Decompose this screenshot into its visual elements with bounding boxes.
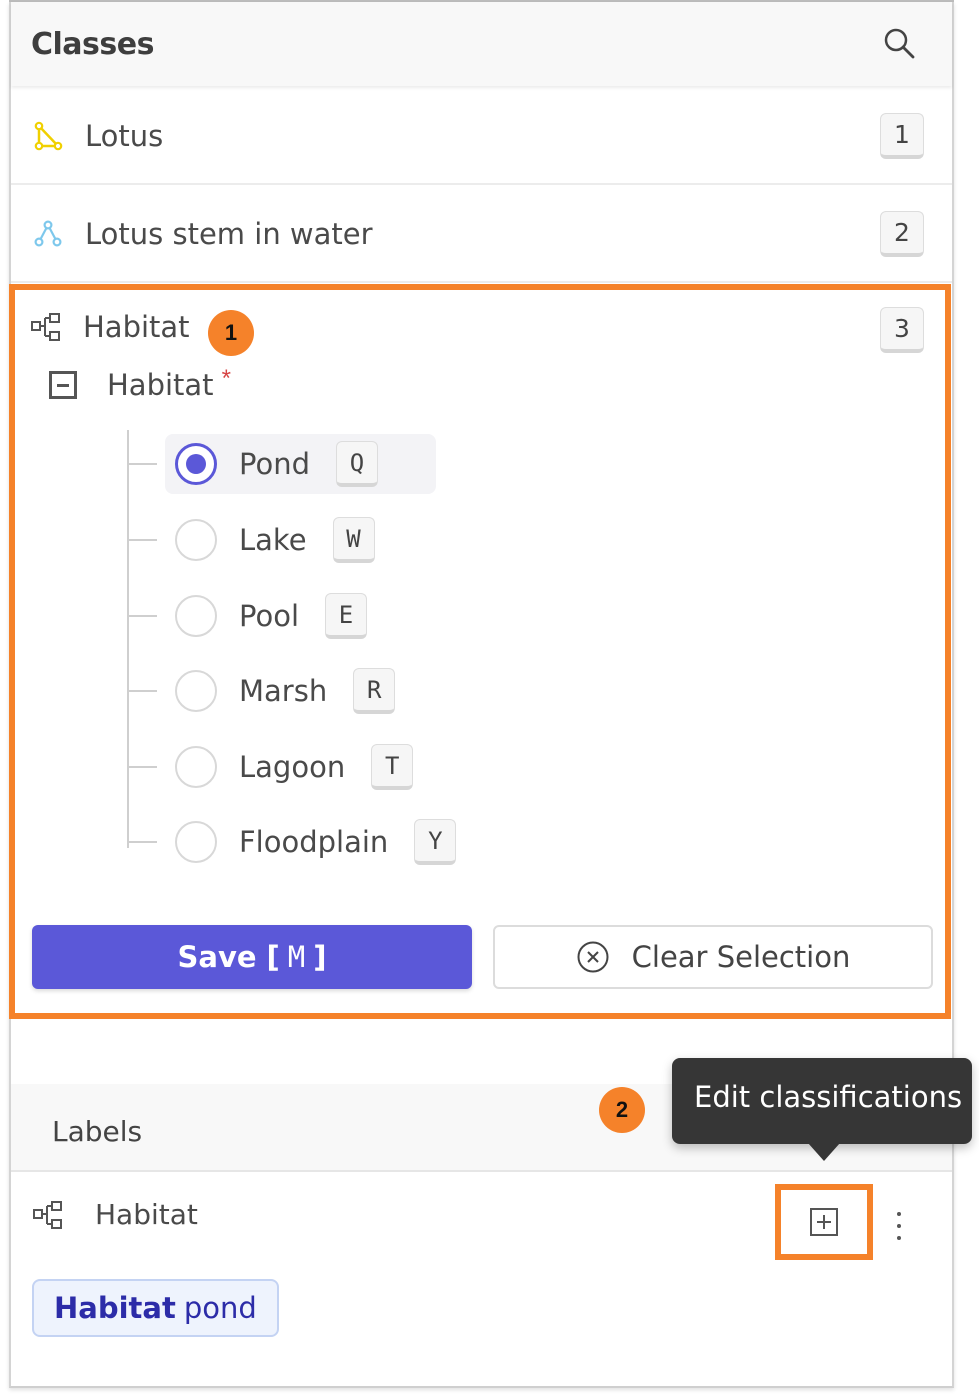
radio[interactable] <box>175 595 217 637</box>
radio[interactable] <box>175 821 217 863</box>
more-options-icon[interactable] <box>887 1208 911 1244</box>
class-name: Habitat <box>83 310 190 344</box>
option-body[interactable]: Pond Q <box>165 434 436 494</box>
option-body[interactable]: Pool E <box>165 586 377 646</box>
callout-badge-1: 1 <box>208 310 254 356</box>
tree-branch <box>127 766 157 768</box>
tag-value: pond <box>183 1291 257 1325</box>
radio[interactable] <box>175 746 217 788</box>
option-hotkey: E <box>325 593 367 639</box>
option-pool[interactable]: Pool E <box>127 585 377 647</box>
class-name: Lotus <box>85 118 164 153</box>
option-body[interactable]: Lake W <box>165 510 385 570</box>
radio[interactable] <box>175 670 217 712</box>
labels-title: Labels <box>52 1114 143 1148</box>
option-hotkey: T <box>371 744 414 790</box>
classes-title: Classes <box>31 26 154 62</box>
save-button[interactable]: Save [ M ] <box>32 925 472 989</box>
plus-square-icon <box>810 1208 838 1236</box>
option-hotkey: Y <box>414 819 457 865</box>
save-bracket-close: ] <box>313 940 327 974</box>
classes-sidebar: Classes Lotus 1 Lotus stem in water 2 Ha… <box>9 2 954 1388</box>
classification-tag: Habitat pond <box>32 1279 279 1337</box>
save-hotkey: M <box>287 940 306 974</box>
option-marsh[interactable]: Marsh R <box>127 660 405 722</box>
class-hotkey: 3 <box>880 307 924 353</box>
clear-circle-x-icon <box>577 941 609 973</box>
clear-label: Clear Selection <box>631 940 851 974</box>
label-row-title: Habitat <box>95 1198 198 1231</box>
callout-badge-2: 2 <box>599 1087 645 1133</box>
class-item-lotus[interactable]: Lotus 1 <box>11 88 952 185</box>
tag-key: Habitat <box>54 1291 176 1325</box>
tooltip-arrow <box>808 1143 840 1161</box>
option-body[interactable]: Lagoon T <box>165 737 423 797</box>
question-header: Habitat * <box>49 365 231 402</box>
label-row-habitat[interactable]: Habitat <box>33 1198 198 1231</box>
class-name: Lotus stem in water <box>85 216 373 251</box>
tree-branch <box>127 463 157 465</box>
option-body[interactable]: Marsh R <box>165 661 405 721</box>
tooltip: Edit classifications <box>672 1058 972 1144</box>
tooltip-text: Edit classifications <box>694 1080 963 1114</box>
option-label: Floodplain <box>239 825 389 859</box>
option-label: Lagoon <box>239 750 346 784</box>
clear-selection-button[interactable]: Clear Selection <box>493 925 933 989</box>
option-lake[interactable]: Lake W <box>127 509 385 571</box>
edit-classifications-button[interactable] <box>775 1184 873 1260</box>
option-label: Pool <box>239 599 299 633</box>
class-item-lotus-stem-in-water[interactable]: Lotus stem in water 2 <box>11 186 952 283</box>
option-label: Pond <box>239 447 310 481</box>
option-lagoon[interactable]: Lagoon T <box>127 736 423 798</box>
polygon-icon <box>34 121 63 150</box>
classes-header: Classes <box>11 2 952 86</box>
option-label: Lake <box>239 523 307 557</box>
classification-tree-icon <box>31 313 60 341</box>
tree-branch <box>127 841 157 843</box>
class-hotkey: 2 <box>880 210 924 257</box>
collapse-icon[interactable] <box>49 371 77 399</box>
tree-branch <box>127 615 157 617</box>
option-label: Marsh <box>239 674 328 708</box>
tree-branch <box>127 690 157 692</box>
class-hotkey: 1 <box>880 112 924 159</box>
tree-branch <box>127 539 157 541</box>
keypoint-skeleton-icon <box>34 219 62 247</box>
search-icon[interactable] <box>882 26 916 60</box>
option-hotkey: R <box>353 668 396 714</box>
radio[interactable] <box>175 519 217 561</box>
option-body[interactable]: Floodplain Y <box>165 812 466 872</box>
option-hotkey: W <box>332 517 375 563</box>
save-bracket-open: [ <box>266 940 280 974</box>
classification-tree-icon <box>33 1200 62 1229</box>
required-marker: * <box>221 365 231 392</box>
question-label: Habitat <box>107 368 214 402</box>
class-item-habitat[interactable]: Habitat <box>31 310 190 344</box>
option-pond[interactable]: Pond Q <box>127 433 436 495</box>
save-label: Save <box>177 940 257 974</box>
radio-selected[interactable] <box>175 443 217 485</box>
option-hotkey: Q <box>336 441 378 487</box>
option-floodplain[interactable]: Floodplain Y <box>127 811 466 873</box>
